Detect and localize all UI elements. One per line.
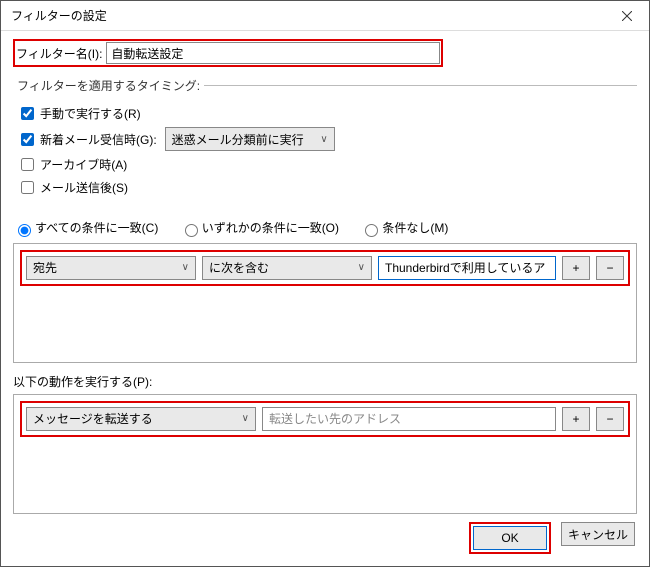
match-none-radio[interactable]: 条件なし(M) <box>360 221 448 235</box>
chevron-down-icon: ∨ <box>242 413 249 424</box>
newmail-checkbox[interactable] <box>21 133 34 146</box>
filter-name-label: フィルター名(I): <box>16 45 102 62</box>
action-select[interactable]: メッセージを転送する∨ <box>26 407 256 431</box>
condition-remove-button[interactable]: − <box>596 256 624 280</box>
aftersend-checkbox[interactable] <box>21 181 34 194</box>
aftersend-label: メール送信後(S) <box>40 179 128 196</box>
chevron-down-icon: ∨ <box>182 262 189 273</box>
action-remove-button[interactable]: − <box>596 407 624 431</box>
condition-row: 宛先∨ に次を含む∨ + − <box>26 256 624 280</box>
archive-label: アーカイブ時(A) <box>40 156 127 173</box>
manual-label: 手動で実行する(R) <box>40 105 141 122</box>
titlebar: フィルターの設定 <box>1 1 649 31</box>
match-all-radio[interactable]: すべての条件に一致(C) <box>13 221 158 235</box>
condition-value-input[interactable] <box>378 256 556 280</box>
archive-checkbox[interactable] <box>21 158 34 171</box>
conditions-box: 宛先∨ に次を含む∨ + − <box>13 243 637 363</box>
match-any-radio[interactable]: いずれかの条件に一致(O) <box>180 221 339 235</box>
condition-add-button[interactable]: + <box>562 256 590 280</box>
action-row: メッセージを転送する∨ + − <box>26 407 624 431</box>
match-radio-group: すべての条件に一致(C) いずれかの条件に一致(O) 条件なし(M) <box>13 219 637 237</box>
window-title: フィルターの設定 <box>11 7 107 24</box>
actions-label: 以下の動作を実行する(P): <box>13 373 637 390</box>
newmail-label: 新着メール受信時(G): <box>40 131 157 148</box>
chevron-down-icon: ∨ <box>358 262 365 273</box>
ok-button[interactable]: OK <box>473 526 547 550</box>
timing-legend: フィルターを適用するタイミング: <box>13 77 204 94</box>
action-address-input[interactable] <box>262 407 556 431</box>
filter-name-input[interactable] <box>106 42 440 64</box>
action-add-button[interactable]: + <box>562 407 590 431</box>
chevron-down-icon: ∨ <box>320 134 327 145</box>
newmail-timing-select[interactable]: 迷惑メール分類前に実行 ∨ <box>165 127 335 151</box>
cancel-button[interactable]: キャンセル <box>561 522 635 546</box>
timing-fieldset: フィルターを適用するタイミング: 手動で実行する(R) 新着メール受信時(G):… <box>13 77 637 209</box>
manual-checkbox[interactable] <box>21 107 34 120</box>
filter-settings-dialog: フィルターの設定 フィルター名(I): フィルターを適用するタイミング: 手動で… <box>0 0 650 567</box>
close-button[interactable] <box>604 1 649 31</box>
condition-field-select[interactable]: 宛先∨ <box>26 256 196 280</box>
actions-box: メッセージを転送する∨ + − <box>13 394 637 514</box>
dialog-buttons: OK キャンセル <box>469 522 635 554</box>
close-icon <box>622 11 632 21</box>
filter-name-row: フィルター名(I): <box>13 39 443 67</box>
condition-operator-select[interactable]: に次を含む∨ <box>202 256 372 280</box>
